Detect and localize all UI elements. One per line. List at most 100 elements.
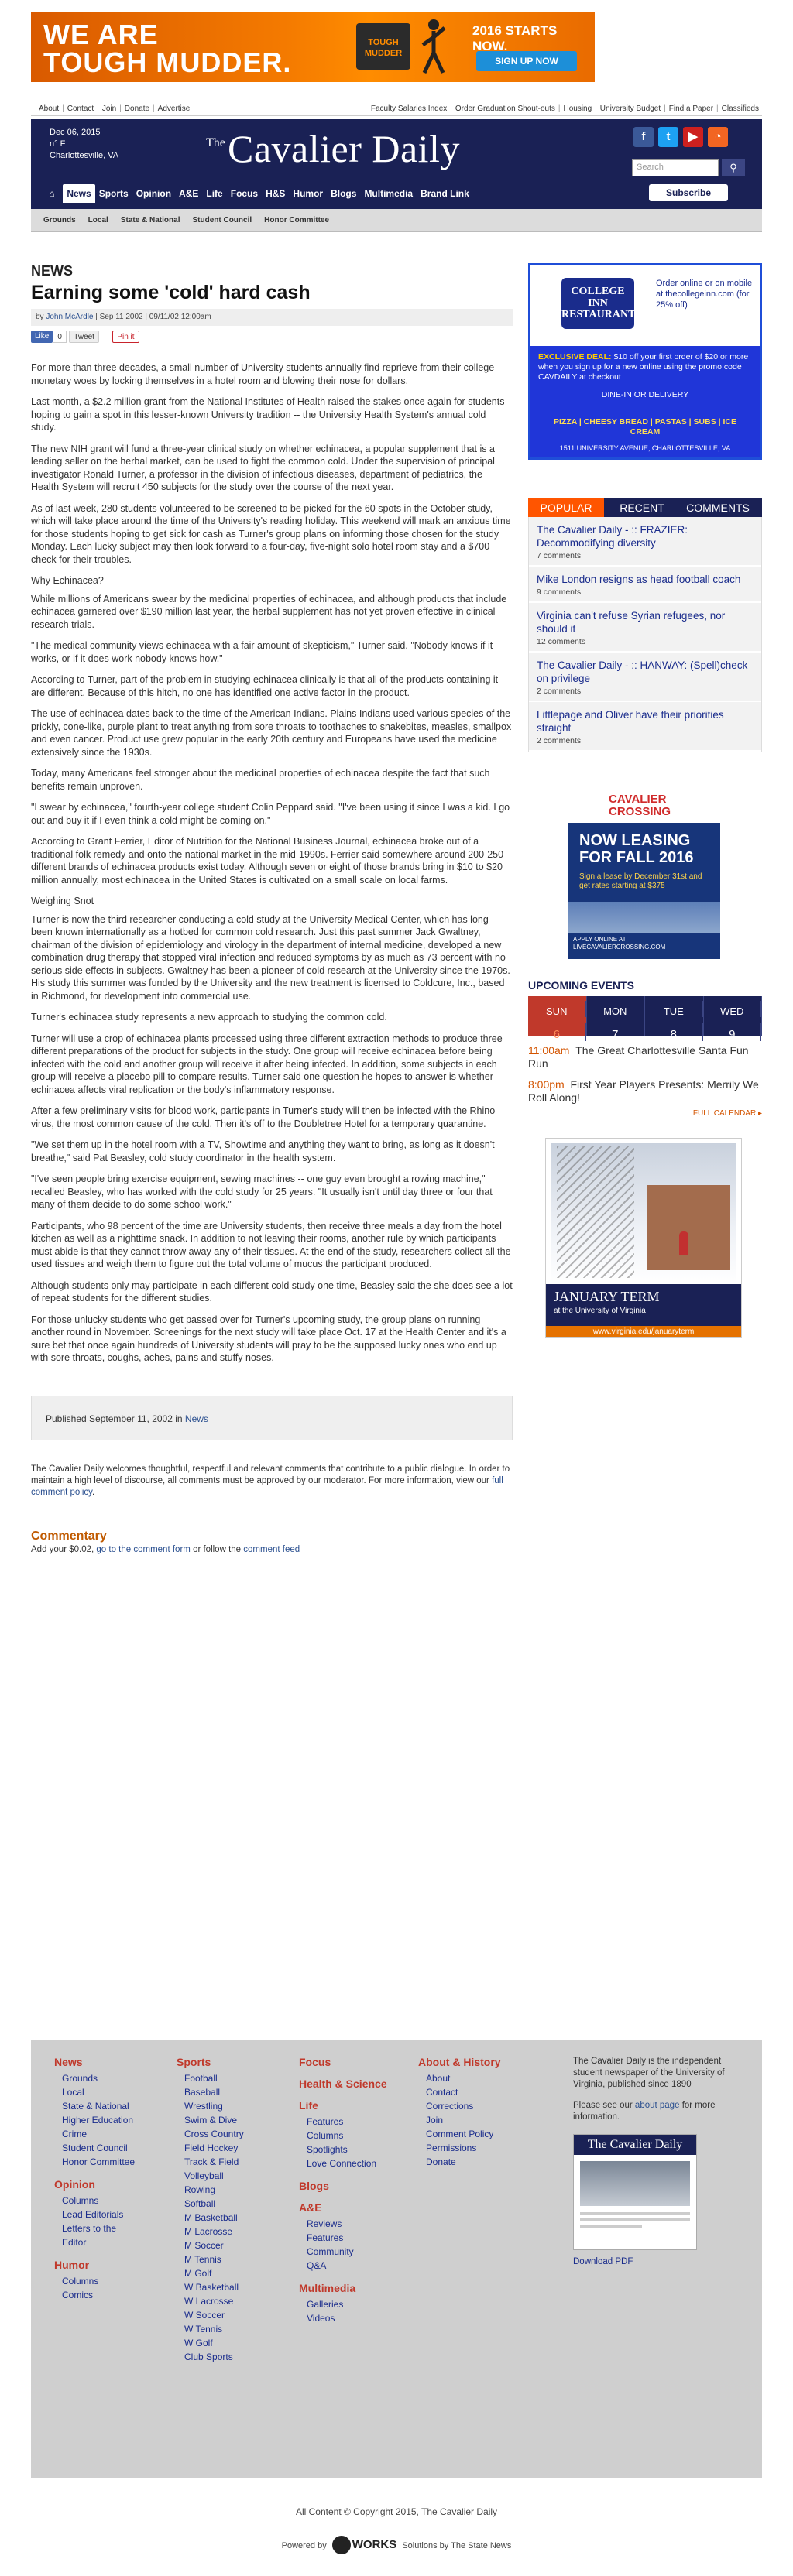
popular-item-title[interactable]: Littlepage and Oliver have their priorit… [537,708,754,735]
footer-link[interactable]: Honor Committee [54,2155,135,2169]
cavalier-crossing-ad[interactable]: CAVALIER CROSSING NOW LEASING FOR FALL 2… [568,789,720,959]
footer-section-title[interactable]: Health & Science [299,2078,387,2090]
footer-link[interactable]: Lead Editorials [54,2208,135,2221]
event-day[interactable]: MON 7 [587,996,645,1041]
utility-link[interactable]: Faculty Salaries Index [371,104,447,113]
home-icon[interactable]: ⌂ [43,184,60,203]
footer-link[interactable]: Features [299,2231,387,2245]
footer-link[interactable]: Donate [418,2155,501,2169]
footer-link[interactable]: Galleries [299,2297,387,2311]
tweet-button[interactable]: Tweet [69,331,99,343]
rss-icon[interactable]: ◔ [708,127,728,147]
january-term-ad[interactable]: JANUARY TERM at the University of Virgin… [545,1138,742,1338]
footer-link[interactable]: Student Council [54,2141,135,2155]
nav-item-a-e[interactable]: A&E [175,184,202,203]
footer-section-title[interactable]: Multimedia [299,2282,387,2294]
footer-link[interactable]: M Lacrosse [177,2225,244,2239]
subnav-item[interactable]: Honor Committee [258,209,335,232]
event-item[interactable]: 8:00pm First Year Players Presents: Merr… [528,1078,762,1105]
twitter-icon[interactable]: t [658,127,678,147]
footer-link[interactable]: Cross Country [177,2127,244,2141]
footer-link[interactable]: Local [54,2085,135,2099]
event-day[interactable]: SUN 6 [528,996,587,1041]
site-title[interactable]: Cavalier Daily [228,127,460,170]
footer-link[interactable]: Spotlights [299,2143,387,2156]
utility-link[interactable]: Join [102,104,116,113]
top-banner-ad[interactable]: WE ARE TOUGH MUDDER. TOUGH MUDDER 2016 S… [31,12,595,82]
footer-link[interactable]: Field Hockey [177,2141,244,2155]
nav-item-opinion[interactable]: Opinion [132,184,175,203]
utility-link[interactable]: Classifieds [722,104,759,113]
published-section-link[interactable]: News [185,1413,208,1424]
footer-section-title[interactable]: Opinion [54,2178,135,2191]
footer-link[interactable]: Softball [177,2197,244,2211]
utility-link[interactable]: Order Graduation Shout-outs [455,104,555,113]
pinterest-button[interactable]: Pin it [112,331,139,343]
popular-item[interactable]: Mike London resigns as head football coa… [529,567,761,603]
footer-link[interactable]: Comment Policy [418,2127,501,2141]
facebook-like-button[interactable]: Like [31,331,53,343]
footer-link[interactable]: W Basketball [177,2280,244,2294]
footer-link[interactable]: Swim & Dive [177,2113,244,2127]
footer-link[interactable]: Grounds [54,2071,135,2085]
popular-item-title[interactable]: Virginia can't refuse Syrian refugees, n… [537,609,754,635]
subnav-item[interactable]: Student Council [186,209,258,232]
popular-item-title[interactable]: The Cavalier Daily - :: HANWAY: (Spell)c… [537,659,754,685]
nav-item-focus[interactable]: Focus [227,184,262,203]
footer-link[interactable]: Club Sports [177,2350,244,2364]
footer-section-title[interactable]: Blogs [299,2180,387,2192]
tab-popular[interactable]: POPULAR [528,498,604,517]
event-item[interactable]: 11:00am The Great Charlottesville Santa … [528,1044,762,1070]
utility-link[interactable]: Housing [563,104,592,113]
tab-recent[interactable]: RECENT [604,498,680,517]
utility-link[interactable]: Donate [125,104,149,113]
tab-comments[interactable]: COMMENTS [680,498,756,517]
print-edition-thumbnail[interactable]: The Cavalier Daily [573,2134,697,2250]
author-link[interactable]: John McArdle [46,313,93,321]
utility-link[interactable]: Contact [67,104,94,113]
footer-section-title[interactable]: Humor [54,2259,135,2271]
nav-item-news[interactable]: News [63,184,95,203]
popular-item-title[interactable]: The Cavalier Daily - :: FRAZIER: Decommo… [537,523,754,550]
footer-link[interactable]: Contact [418,2085,501,2099]
footer-link[interactable]: About [418,2071,501,2085]
nav-item-life[interactable]: Life [202,184,226,203]
footer-link[interactable]: Features [299,2115,387,2129]
popular-item[interactable]: Virginia can't refuse Syrian refugees, n… [529,603,761,653]
footer-link[interactable]: Columns [54,2194,135,2208]
popular-item[interactable]: The Cavalier Daily - :: HANWAY: (Spell)c… [529,653,761,702]
footer-link[interactable]: Q&A [299,2259,387,2273]
nav-item-multimedia[interactable]: Multimedia [360,184,417,203]
footer-link[interactable]: Baseball [177,2085,244,2099]
footer-link[interactable]: Columns [54,2274,135,2288]
footer-link[interactable]: Rowing [177,2183,244,2197]
nav-item-humor[interactable]: Humor [289,184,327,203]
footer-link[interactable]: Permissions [418,2141,501,2155]
footer-link[interactable]: Comics [54,2288,135,2302]
footer-link[interactable]: Columns [299,2129,387,2143]
search-input[interactable]: Search [632,159,719,176]
comment-feed-link[interactable]: comment feed [243,1545,300,1554]
facebook-icon[interactable]: f [633,127,654,147]
comment-form-link[interactable]: go to the comment form [96,1545,190,1554]
popular-item[interactable]: Littlepage and Oliver have their priorit… [529,702,761,752]
footer-link[interactable]: W Golf [177,2336,244,2350]
footer-link[interactable]: M Soccer [177,2239,244,2252]
about-page-link[interactable]: about page [635,2101,680,2110]
footer-section-title[interactable]: Focus [299,2056,387,2068]
popular-item[interactable]: The Cavalier Daily - :: FRAZIER: Decommo… [529,517,761,567]
college-inn-ad[interactable]: COLLEGE INN RESTAURANT Order online or o… [528,263,762,460]
footer-link[interactable]: M Basketball [177,2211,244,2225]
footer-section-title[interactable]: News [54,2056,135,2068]
footer-link[interactable]: Crime [54,2127,135,2141]
footer-link[interactable]: Love Connection [299,2156,387,2170]
footer-link[interactable]: Videos [299,2311,387,2325]
footer-link[interactable]: W Tennis [177,2322,244,2336]
footer-link[interactable]: Track & Field [177,2155,244,2169]
footer-section-title[interactable]: About & History [418,2056,501,2068]
utility-link[interactable]: University Budget [600,104,661,113]
footer-link[interactable]: Join [418,2113,501,2127]
ad-signup-button[interactable]: SIGN UP NOW [476,51,577,71]
nav-item-h-s[interactable]: H&S [262,184,289,203]
event-day[interactable]: TUE 8 [645,996,704,1041]
